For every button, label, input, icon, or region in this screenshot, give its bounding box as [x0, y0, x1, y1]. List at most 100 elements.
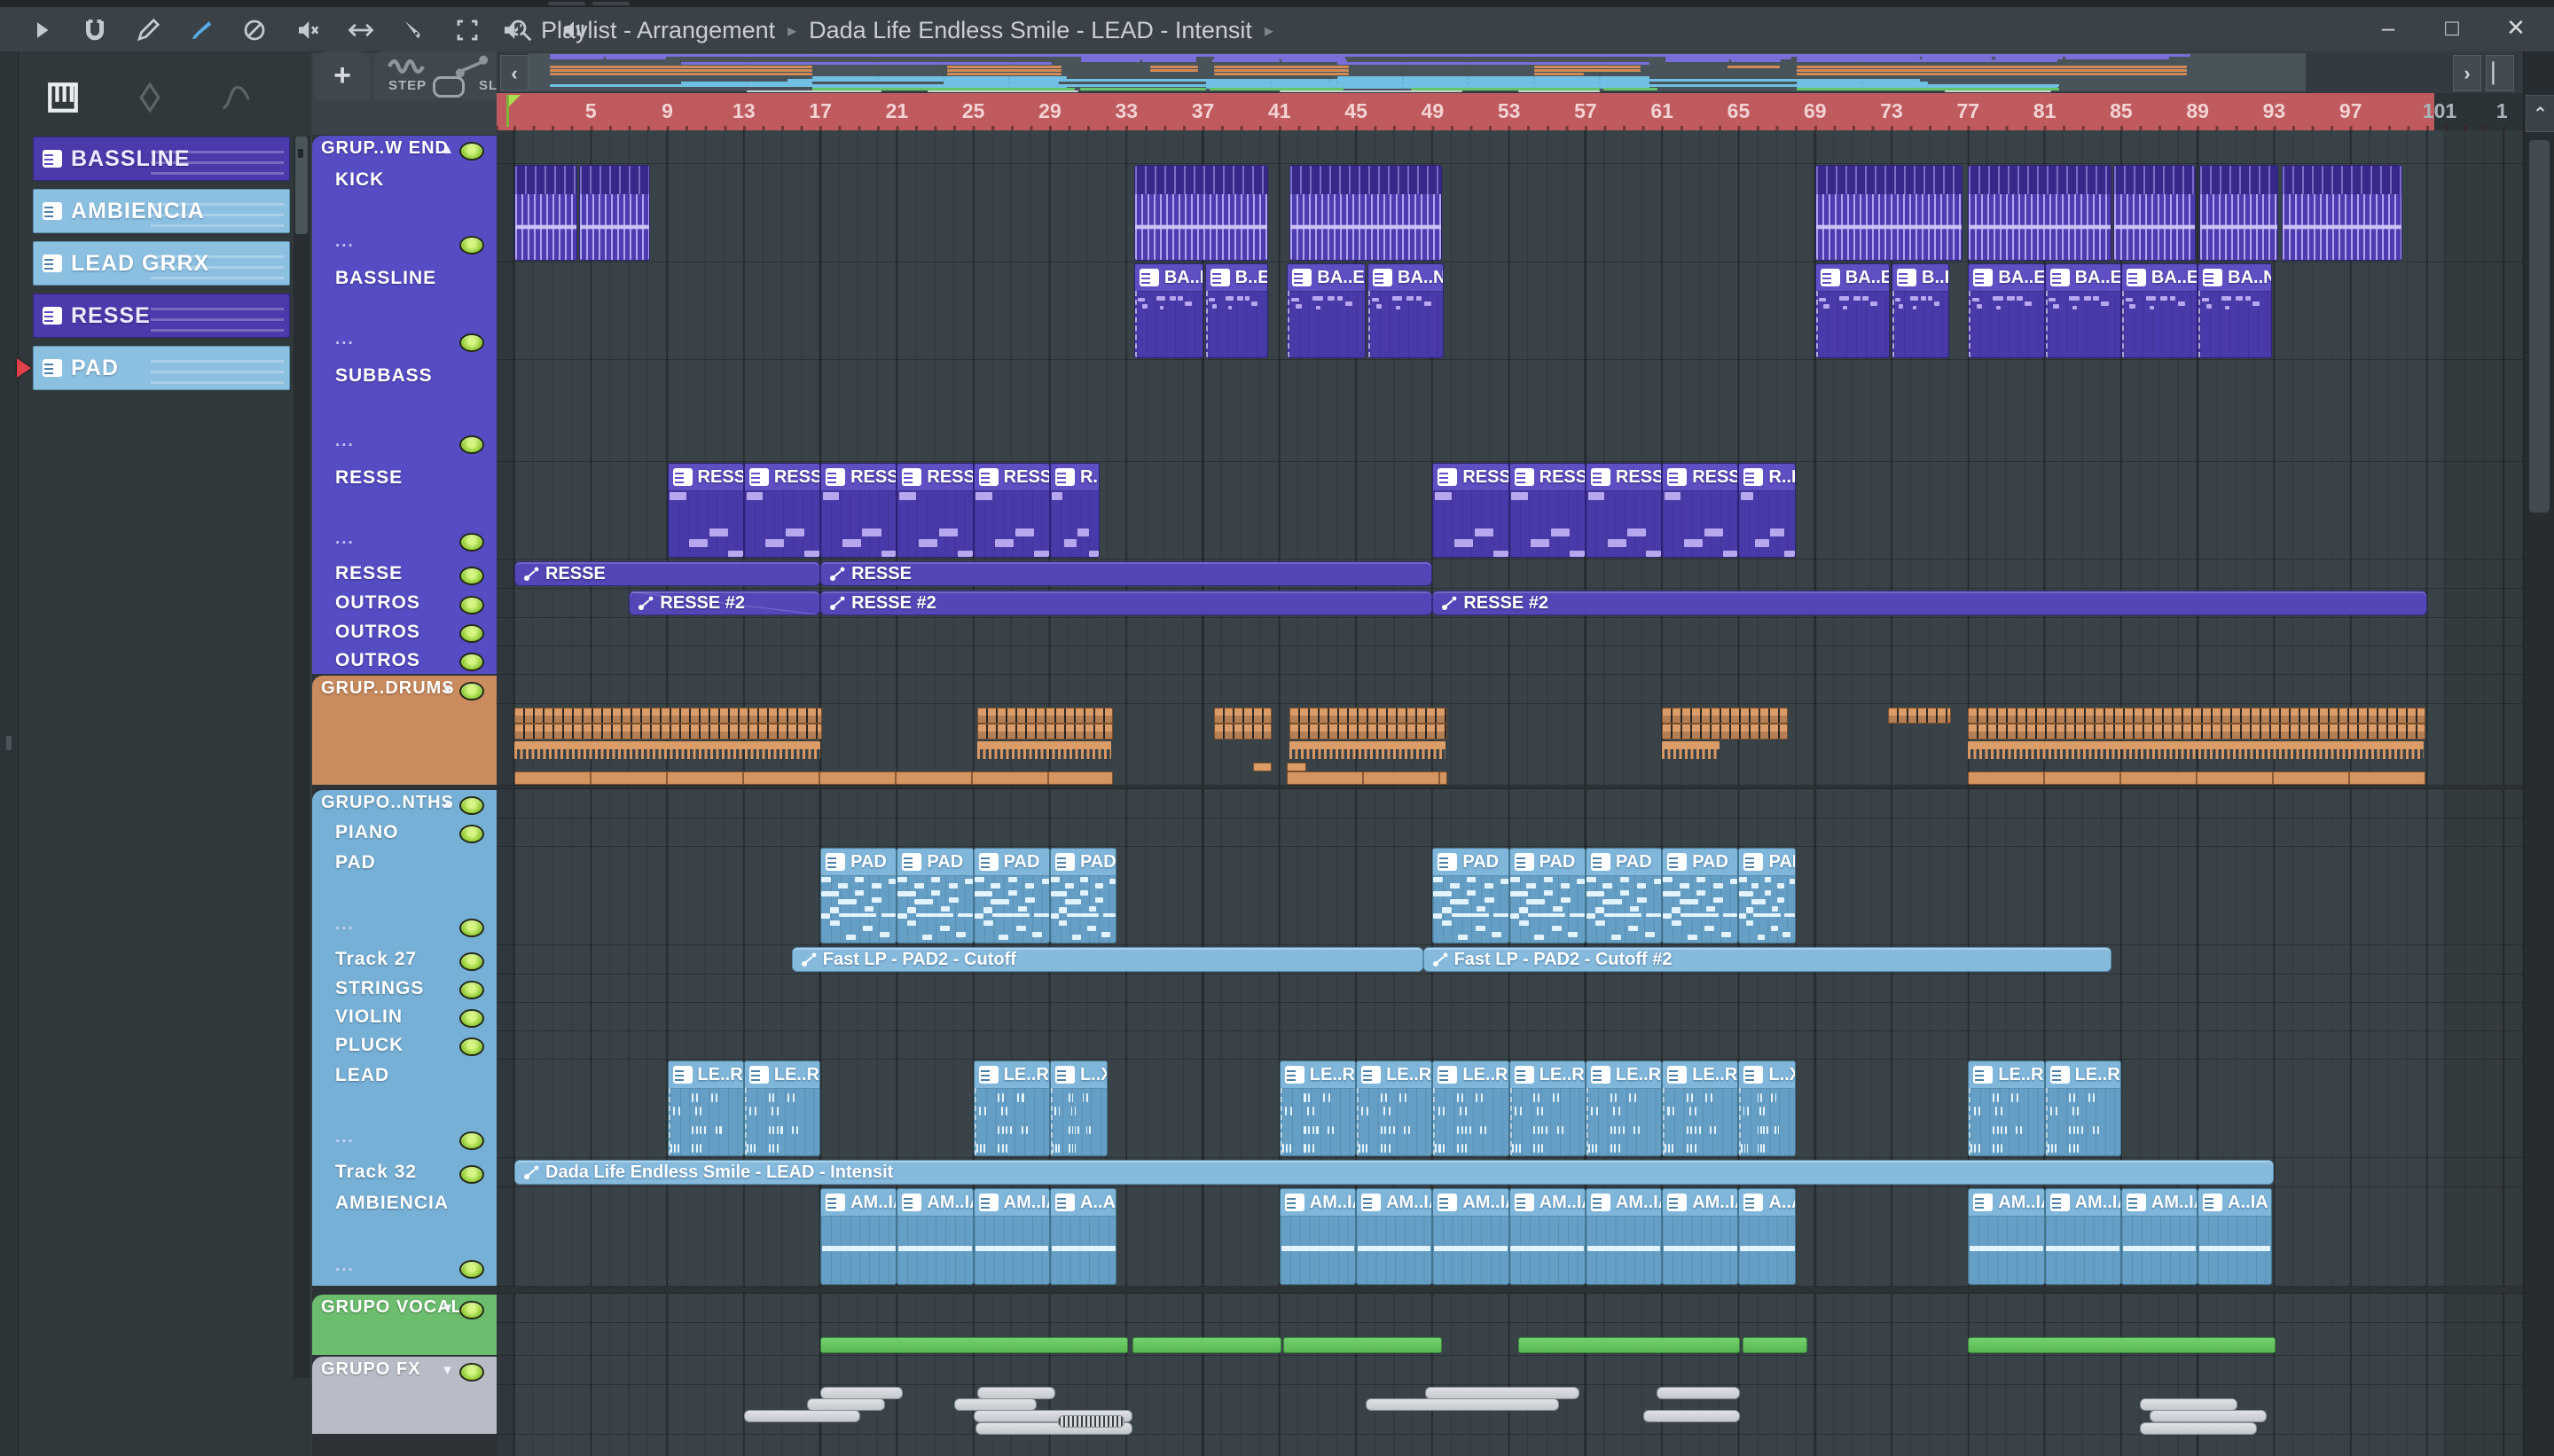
pattern-clip-le..rx[interactable]: LE..RX: [2044, 1061, 2121, 1156]
pattern-clip-pad[interactable]: PAD: [1662, 848, 1739, 943]
drum-group-clip[interactable]: [1289, 724, 1448, 740]
pattern-clip-pad[interactable]: PAD: [897, 848, 974, 943]
automation-clip[interactable]: Dada Life Endless Smile - LEAD - Intensi…: [514, 1160, 2275, 1185]
pattern-clip-resse[interactable]: RESSE: [1508, 463, 1586, 558]
pattern-clip-ba..ne[interactable]: BA..NE: [1133, 263, 1203, 358]
track-options-dots[interactable]: ...: [335, 432, 355, 451]
minimap-scroll-right-button[interactable]: ›: [2453, 55, 2481, 91]
pattern-clip-resse[interactable]: RESSE: [743, 463, 821, 558]
drum-group-clip[interactable]: [1662, 708, 1789, 724]
vocal-group-clip[interactable]: [1518, 1337, 1741, 1353]
vertical-scrollbar[interactable]: ⌃: [2523, 51, 2554, 1456]
pattern-clip-am..ia[interactable]: AM..IA: [820, 1188, 897, 1285]
picker-item-pad[interactable]: PAD: [33, 346, 290, 390]
pattern-clip-le..rx[interactable]: LE..RX: [743, 1061, 821, 1156]
pattern-clip-am..ia[interactable]: AM..IA: [1356, 1188, 1433, 1285]
play-tool-icon[interactable]: [27, 15, 57, 45]
grid-lane-strings[interactable]: [497, 975, 2523, 1003]
track-options-dots[interactable]: ...: [335, 1128, 355, 1147]
draw-tool-icon[interactable]: [133, 15, 163, 45]
track-header-lead[interactable]: LEAD...: [312, 1060, 497, 1158]
fx-group-clip[interactable]: [2150, 1410, 2267, 1422]
drum-group-clip[interactable]: [976, 724, 1113, 740]
pattern-clip-r..e[interactable]: R..E: [1049, 463, 1101, 558]
grid-lane-outros2[interactable]: [497, 618, 2523, 646]
drum-group-clip[interactable]: [1252, 763, 1272, 771]
track-mute-led[interactable]: [459, 653, 484, 671]
pattern-clip-am..ia[interactable]: AM..IA: [1279, 1188, 1357, 1285]
track-mute-led[interactable]: [459, 951, 484, 971]
pattern-clip-ba..e[interactable]: BA..E: [2120, 263, 2198, 358]
audio-clip-kick[interactable]: [1289, 165, 1443, 261]
track-mute-led[interactable]: [459, 981, 484, 999]
pattern-clip-pad[interactable]: PAD: [1432, 848, 1509, 943]
close-button[interactable]: ✕: [2501, 14, 2531, 42]
track-header-track32[interactable]: Track 32: [312, 1158, 497, 1187]
track-mute-led[interactable]: [459, 825, 484, 843]
slice-tool-icon[interactable]: [399, 15, 429, 45]
group-collapse-arrow[interactable]: ▲: [441, 796, 454, 811]
pattern-clip-le..rx[interactable]: LE..RX: [973, 1061, 1050, 1156]
pattern-clip-l..x[interactable]: L..X: [1049, 1061, 1108, 1156]
minimize-button[interactable]: –: [2373, 14, 2403, 42]
breadcrumb-right[interactable]: Dada Life Endless Smile - LEAD - Intensi…: [809, 17, 1252, 44]
fx-group-clip[interactable]: [743, 1410, 861, 1422]
pattern-clip-b..e[interactable]: B..E: [1892, 263, 1949, 358]
track-header-pluck[interactable]: PLUCK: [312, 1031, 497, 1060]
grid-lane-g1[interactable]: [497, 135, 2523, 164]
pattern-clip-resse[interactable]: RESSE: [1585, 463, 1663, 558]
drum-group-clip[interactable]: [1289, 708, 1448, 724]
track-options-dots[interactable]: ...: [335, 330, 355, 349]
drum-group-clip[interactable]: [1662, 724, 1789, 740]
grid-lane-outros3[interactable]: [497, 646, 2523, 675]
track-mute-led[interactable]: [459, 1362, 484, 1382]
track-options-dots[interactable]: ...: [335, 1256, 355, 1276]
track-header-track27[interactable]: Track 27: [312, 945, 497, 975]
pattern-clip-le..rx[interactable]: LE..RX: [1662, 1061, 1739, 1156]
track-header-violin[interactable]: VIOLIN: [312, 1003, 497, 1031]
audio-clip-kick[interactable]: [1814, 165, 1963, 261]
vertical-scrollbar-thumb[interactable]: [2529, 140, 2550, 513]
pattern-clip-a..ia[interactable]: A..IA: [2198, 1188, 2273, 1285]
track-header-kick[interactable]: KICK...: [312, 164, 497, 262]
track-mute-led[interactable]: [459, 566, 484, 585]
pattern-clip-ba..ne[interactable]: BA..NE: [2198, 263, 2273, 358]
fx-group-clip[interactable]: [807, 1398, 886, 1411]
pattern-clip-le..rx[interactable]: LE..RX: [1279, 1061, 1357, 1156]
pattern-clip-pad[interactable]: PAD: [1738, 848, 1797, 943]
fx-group-clip[interactable]: [976, 1387, 1056, 1399]
pattern-clip-l..x[interactable]: L..X: [1738, 1061, 1797, 1156]
vocal-group-clip[interactable]: [1968, 1337, 2276, 1353]
automation-clip[interactable]: RESSE #2: [629, 591, 821, 615]
track-mute-led[interactable]: [459, 141, 484, 160]
minimap-scroll-left-button[interactable]: ‹: [500, 55, 529, 91]
fx-group-clip[interactable]: [2140, 1398, 2238, 1411]
pattern-clip-pad[interactable]: PAD: [1049, 848, 1117, 943]
drum-group-clip[interactable]: [514, 724, 823, 740]
drum-group-clip[interactable]: [976, 708, 1113, 724]
drum-group-clip[interactable]: [1287, 763, 1306, 771]
scroll-up-button[interactable]: ⌃: [2526, 95, 2554, 132]
audio-clip-kick[interactable]: [1968, 165, 2112, 261]
pattern-clip-resse[interactable]: RESSE: [1662, 463, 1739, 558]
pattern-clip-resse[interactable]: RESSE: [1432, 463, 1509, 558]
pattern-clip-am..ia[interactable]: AM..IA: [1508, 1188, 1586, 1285]
track-header-ambiencia[interactable]: AMBIENCIA...: [312, 1187, 497, 1287]
track-header-piano[interactable]: PIANO: [312, 818, 497, 847]
pattern-clip-resse[interactable]: RESSE: [667, 463, 744, 558]
minimap-resize-button[interactable]: ▏: [2486, 55, 2514, 91]
pattern-clip-ba..e[interactable]: BA..E: [1968, 263, 2045, 358]
pattern-clip-ba..e[interactable]: BA..E: [1814, 263, 1890, 358]
pattern-clip-am..ia[interactable]: AM..IA: [1432, 1188, 1509, 1285]
track-options-dots[interactable]: ...: [335, 915, 355, 935]
drum-group-clip[interactable]: [1968, 771, 2425, 785]
audio-clip-kick[interactable]: [2282, 165, 2402, 261]
drum-group-clip[interactable]: [514, 741, 821, 759]
track-header-gvocal[interactable]: GRUPO VOCAL ▼: [312, 1294, 497, 1323]
group-collapse-arrow[interactable]: ▼: [441, 1363, 454, 1378]
pattern-clip-am..ia[interactable]: AM..IA: [2044, 1188, 2121, 1285]
drum-group-clip[interactable]: [1662, 741, 1720, 759]
automation-clip[interactable]: Fast LP - PAD2 - Cutoff: [791, 947, 1423, 972]
pattern-clip-le..rx[interactable]: LE..RX: [1585, 1061, 1663, 1156]
group-collapse-arrow[interactable]: ▲: [441, 142, 454, 157]
